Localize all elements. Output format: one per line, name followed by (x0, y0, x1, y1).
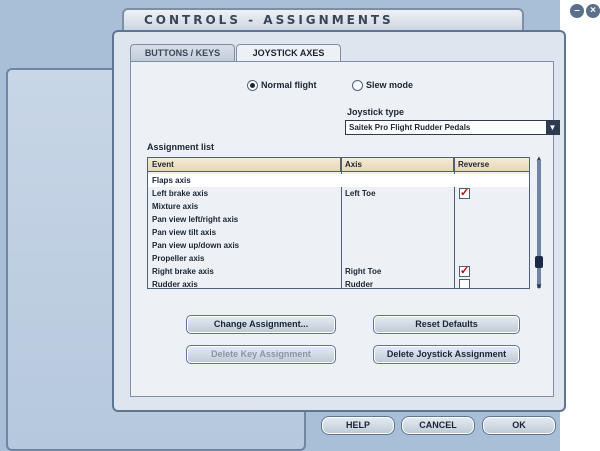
cancel-button[interactable]: CANCEL (401, 416, 475, 435)
axis-cell (341, 252, 454, 265)
axis-cell (341, 239, 454, 252)
axis-cell (341, 174, 454, 187)
reset-defaults-button[interactable]: Reset Defaults (373, 315, 520, 334)
assignment-list-label: Assignment list (147, 142, 215, 152)
axis-cell: Left Toe (345, 189, 376, 198)
chevron-down-icon[interactable]: ▼ (546, 121, 559, 134)
table-row[interactable]: Rudder axis Rudder (148, 278, 529, 289)
joystick-type-label: Joystick type (347, 107, 405, 117)
scrollbar-track[interactable] (537, 160, 541, 288)
event-cell: Propeller axis (152, 254, 205, 263)
table-row[interactable]: Right brake axis Right Toe ✓ (148, 265, 529, 278)
normal-flight-label: Normal flight (261, 80, 317, 90)
scrollbar-thumb[interactable] (535, 256, 543, 268)
reverse-cell (454, 252, 529, 265)
tab-joystick-axes[interactable]: JOYSTICK AXES (236, 44, 341, 62)
joystick-type-select[interactable]: Saitek Pro Flight Rudder Pedals ▼ (345, 120, 560, 135)
normal-flight-radio[interactable]: Normal flight (247, 78, 317, 92)
event-cell: Left brake axis (152, 189, 209, 198)
table-row[interactable]: Left brake axis Left Toe ✓ (148, 187, 529, 200)
reverse-cell (454, 226, 529, 239)
table-row[interactable]: Flaps axis (148, 174, 529, 187)
axis-cell (341, 226, 454, 239)
assignment-table: Event Axis Reverse Flaps axis Left brake … (147, 157, 530, 289)
column-header-axis[interactable]: Axis (341, 158, 454, 172)
close-icon[interactable]: × (586, 4, 600, 18)
scroll-down-icon[interactable]: ▼ (534, 283, 544, 291)
table-row[interactable]: Pan view left/right axis (148, 213, 529, 226)
tab-buttons-keys[interactable]: BUTTONS / KEYS (130, 44, 235, 61)
joystick-type-value: Saitek Pro Flight Rudder Pedals (349, 123, 471, 132)
axis-cell (341, 213, 454, 226)
window-title: CONTROLS - ASSIGNMENTS (122, 8, 524, 32)
slew-mode-radio[interactable]: Slew mode (352, 78, 413, 92)
ok-button[interactable]: OK (482, 416, 556, 435)
axis-cell: Rudder (345, 280, 373, 289)
reverse-cell: ✓ (454, 187, 529, 200)
checkbox-unchecked-icon[interactable] (459, 279, 470, 288)
radio-unselected-icon (352, 79, 363, 91)
minimize-icon[interactable]: – (570, 4, 584, 18)
event-cell: Pan view tilt axis (152, 228, 217, 237)
checkbox-checked-icon[interactable]: ✓ (459, 266, 470, 277)
event-cell: Pan view up/down axis (152, 241, 240, 250)
reverse-cell (454, 239, 529, 252)
delete-joystick-assignment-button[interactable]: Delete Joystick Assignment (373, 345, 520, 364)
table-row[interactable]: Pan view tilt axis (148, 226, 529, 239)
reverse-cell: ✓ (454, 265, 529, 278)
event-cell: Rudder axis (152, 280, 198, 289)
column-header-reverse[interactable]: Reverse (454, 158, 529, 172)
event-cell: Right brake axis (152, 267, 214, 276)
table-row[interactable]: Propeller axis (148, 252, 529, 265)
event-cell: Mixture axis (152, 202, 199, 211)
axis-cell: Right Toe (345, 267, 382, 276)
reverse-cell (454, 200, 529, 213)
column-header-event[interactable]: Event (148, 158, 341, 172)
event-cell: Pan view left/right axis (152, 215, 239, 224)
reverse-cell (454, 174, 529, 187)
slew-mode-label: Slew mode (366, 80, 414, 90)
delete-key-assignment-button[interactable]: Delete Key Assignment (186, 345, 336, 364)
desktop-background (560, 0, 600, 451)
help-button[interactable]: HELP (321, 416, 395, 435)
reverse-cell (454, 213, 529, 226)
reverse-cell (454, 278, 529, 288)
checkbox-checked-icon[interactable]: ✓ (459, 188, 470, 199)
table-row[interactable]: Mixture axis (148, 200, 529, 213)
radio-selected-icon (247, 79, 258, 91)
table-header: Event Axis Reverse (148, 158, 529, 172)
event-cell: Flaps axis (152, 176, 191, 185)
axis-cell (341, 200, 454, 213)
table-row[interactable]: Pan view up/down axis (148, 239, 529, 252)
change-assignment-button[interactable]: Change Assignment... (186, 315, 336, 334)
